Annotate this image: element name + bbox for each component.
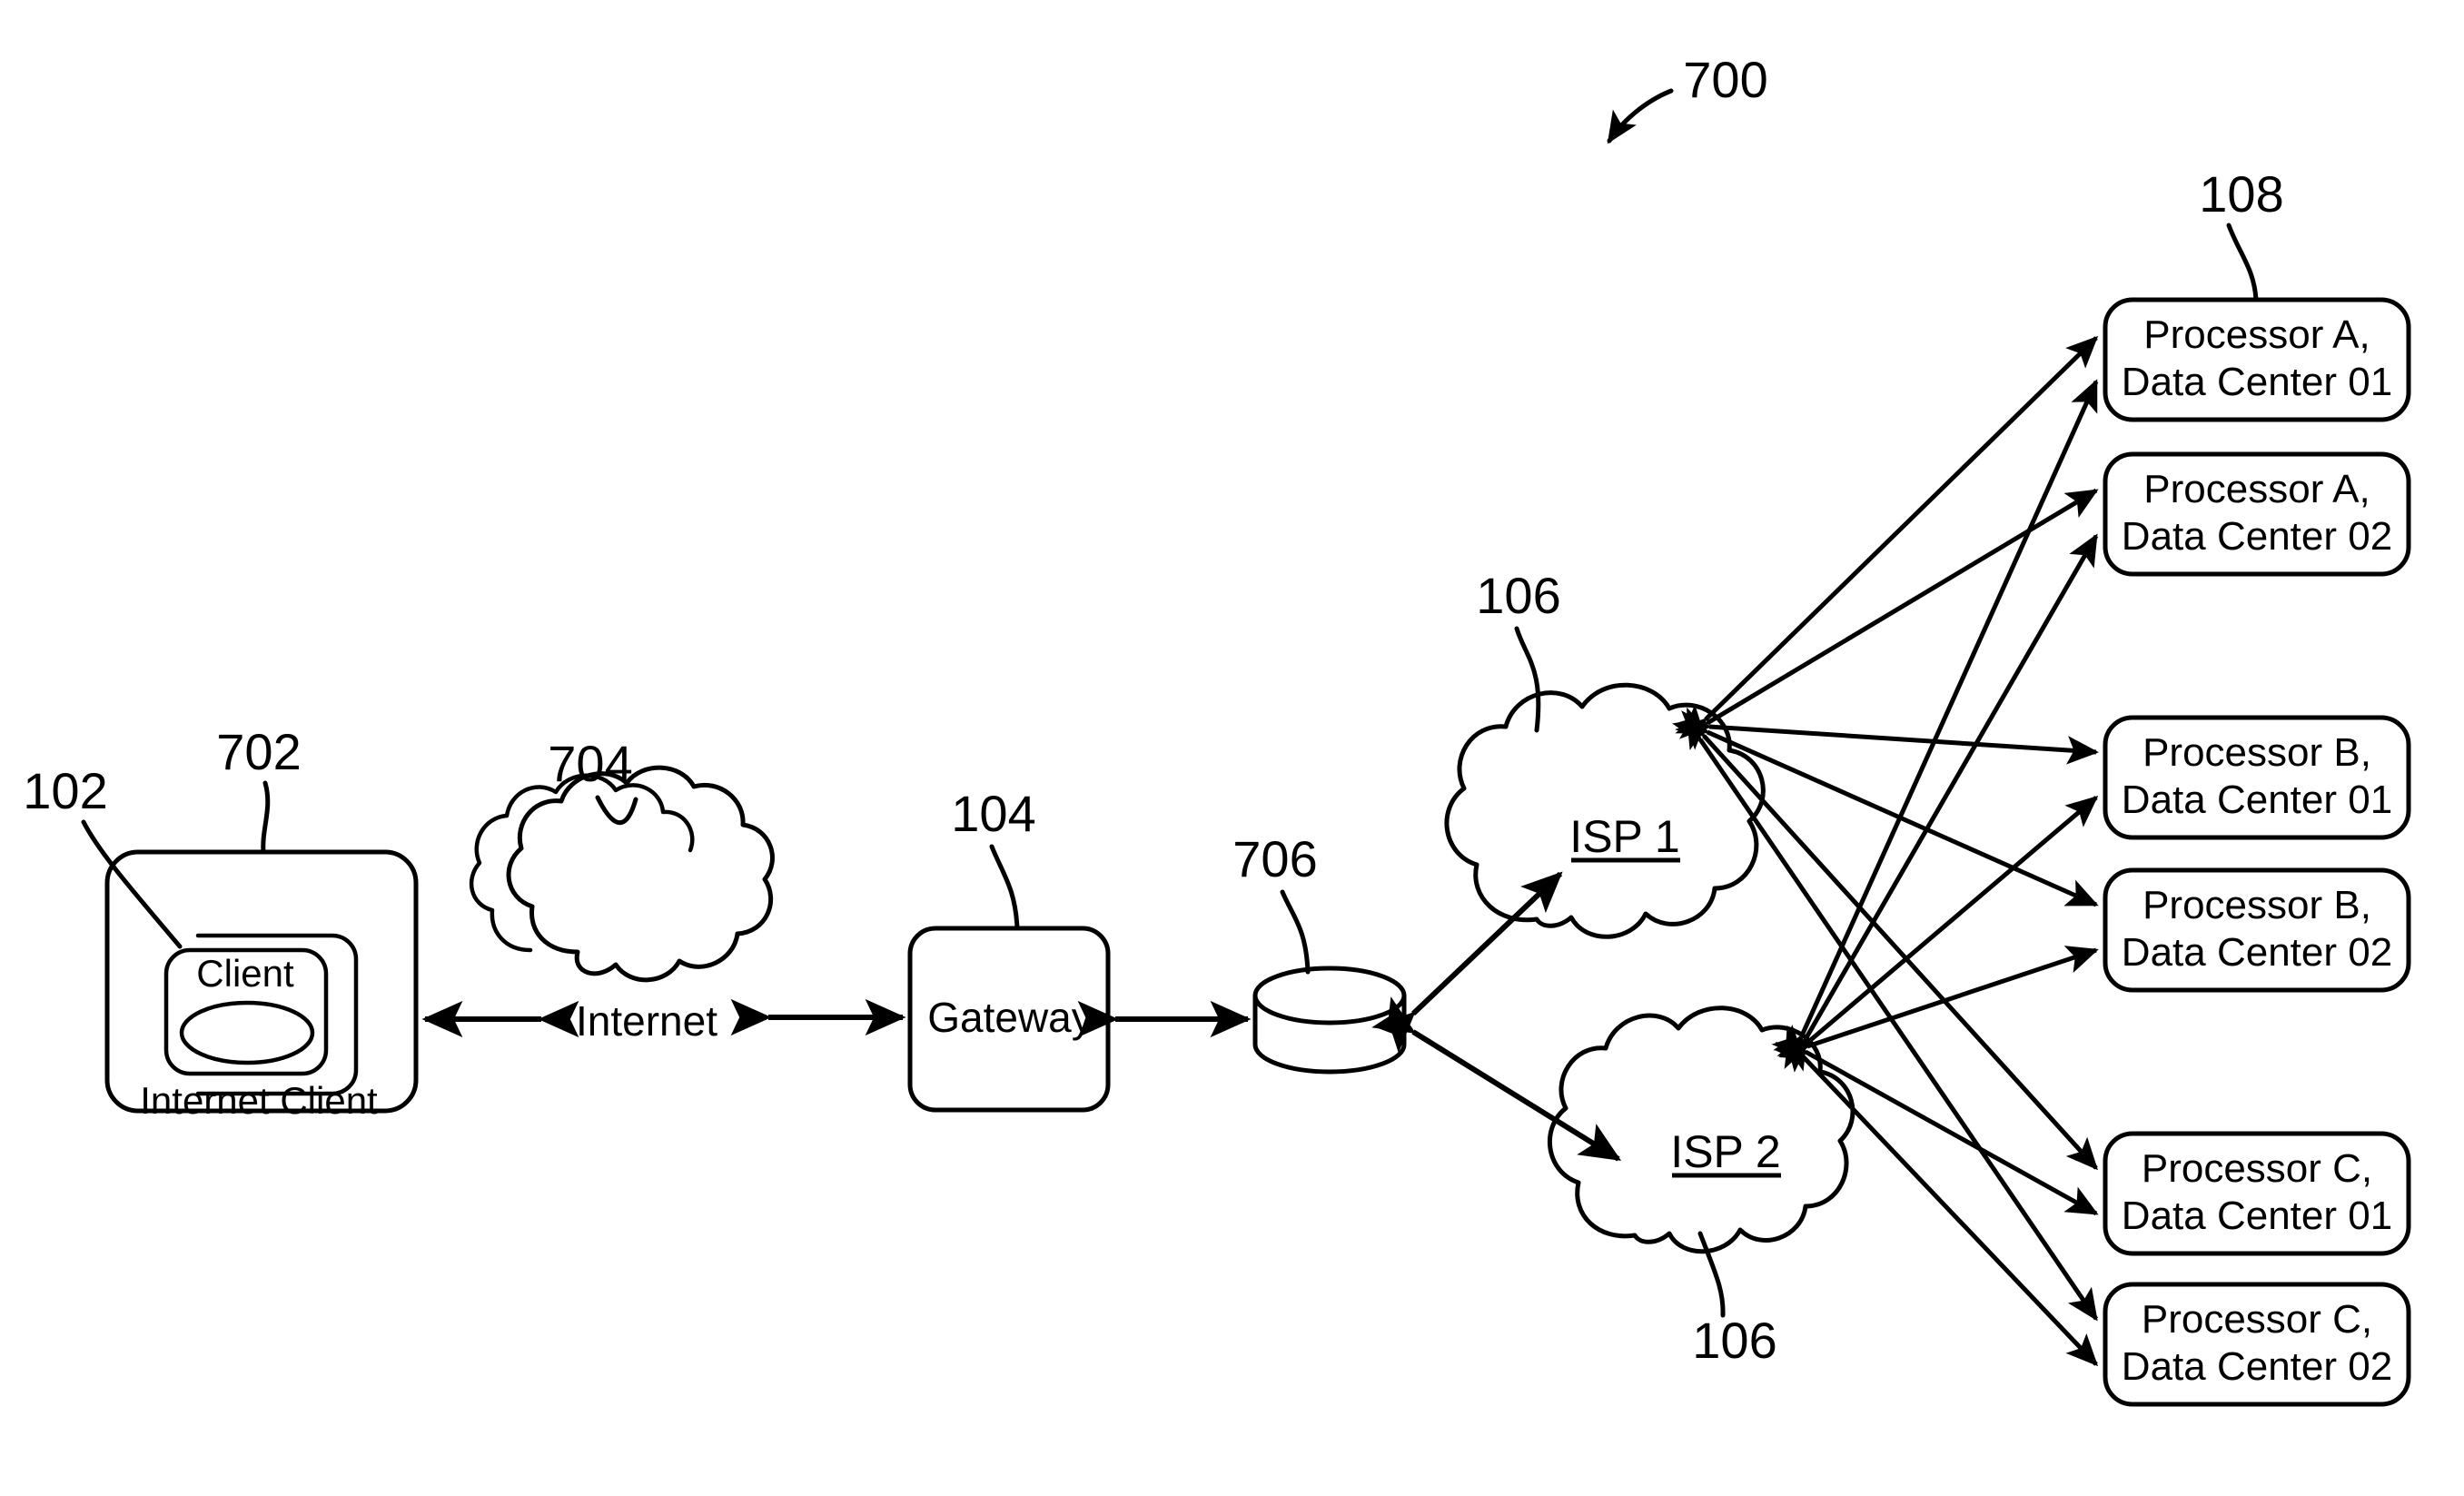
- link-isp1-proc-2: [1679, 710, 2099, 765]
- processor-box-2[interactable]: Processor B, Data Center 01: [2103, 715, 2411, 840]
- ref-702-label: 702: [216, 723, 301, 780]
- internet-cloud-label: Internet: [576, 997, 717, 1045]
- ref-702: 702: [216, 723, 302, 855]
- internet-cloud-node[interactable]: Internet: [469, 765, 775, 1045]
- network-diagram: 700 Client Internet Client 102 702 Inter…: [23, 51, 2411, 1407]
- disk-node[interactable]: [1252, 966, 1407, 1075]
- gateway-label: Gateway: [927, 994, 1093, 1041]
- processor-line2-0: Data Center 01: [2122, 360, 2392, 404]
- processor-line1-4: Processor C,: [2142, 1146, 2372, 1191]
- isp1-node[interactable]: ISP 1: [1444, 682, 1766, 939]
- ref-706-label: 706: [1232, 830, 1317, 887]
- processor-box-3[interactable]: Processor B, Data Center 02: [2103, 867, 2411, 993]
- client-oval-icon: [179, 1000, 315, 1065]
- ref-104-leader: [989, 844, 1020, 931]
- ref-102-leader: [81, 819, 183, 949]
- ref-108: 108: [2199, 165, 2284, 302]
- figure-number-700: 700: [1607, 51, 1768, 144]
- ref-704-label: 704: [548, 735, 632, 792]
- processor-line2-1: Data Center 02: [2122, 514, 2392, 559]
- ref-108-label: 108: [2199, 165, 2283, 223]
- isp1-label: ISP 1: [1569, 811, 1679, 862]
- ref-702-leader: [261, 780, 271, 855]
- internet-cloud-shape[interactable]: [506, 765, 775, 983]
- figure-number-leader: [1607, 88, 1674, 144]
- figure-canvas: 700 Client Internet Client 102 702 Inter…: [0, 0, 2464, 1496]
- processor-line1-2: Processor B,: [2142, 730, 2371, 775]
- ref-108-leader: [2226, 223, 2259, 302]
- internet-cloud-back: [469, 773, 695, 953]
- ref-706-leader: [1280, 889, 1311, 975]
- client-inner-label: Client: [196, 952, 294, 995]
- gateway-node[interactable]: Gateway: [907, 926, 1111, 1113]
- internet-client-label: Internet Client: [140, 1079, 378, 1122]
- processor-line2-2: Data Center 01: [2122, 778, 2392, 822]
- ref-102-label: 102: [23, 762, 107, 819]
- internet-client-node[interactable]: Client Internet Client: [104, 849, 419, 1122]
- ref-704: 704: [548, 735, 638, 825]
- processor-box-5[interactable]: Processor C, Data Center 02: [2103, 1282, 2411, 1407]
- ref-106-upper-leader: [1514, 626, 1541, 733]
- ref-104: 104: [951, 785, 1036, 931]
- ref-106-lower-label: 106: [1692, 1312, 1776, 1369]
- ref-706: 706: [1232, 830, 1318, 975]
- processor-line1-1: Processor A,: [2143, 467, 2370, 511]
- processor-box-0[interactable]: Processor A, Data Center 01: [2103, 297, 2411, 422]
- link-disk-isp1: [1373, 871, 1563, 1054]
- processor-line2-4: Data Center 01: [2122, 1194, 2392, 1238]
- processor-line1-3: Processor B,: [2142, 883, 2371, 927]
- isp2-processor-links: [1771, 379, 2099, 1367]
- ref-106-upper-label: 106: [1476, 567, 1560, 624]
- processor-line2-3: Data Center 02: [2122, 930, 2392, 975]
- ref-104-label: 104: [951, 785, 1035, 842]
- disk-body[interactable]: [1252, 993, 1407, 1075]
- ref-106-lower: 106: [1692, 1231, 1777, 1369]
- processor-line2-5: Data Center 02: [2122, 1344, 2392, 1389]
- link-isp1-proc-0: [1675, 335, 2099, 750]
- processor-line1-0: Processor A,: [2143, 312, 2370, 357]
- processor-box-1[interactable]: Processor A, Data Center 02: [2103, 451, 2411, 577]
- isp2-label: ISP 2: [1670, 1126, 1780, 1177]
- figure-number-label: 700: [1683, 51, 1767, 108]
- processor-line1-5: Processor C,: [2142, 1297, 2372, 1342]
- ref-704-leader: [595, 795, 638, 825]
- processor-box-4[interactable]: Processor C, Data Center 01: [2103, 1131, 2411, 1256]
- disk-top[interactable]: [1252, 966, 1407, 1025]
